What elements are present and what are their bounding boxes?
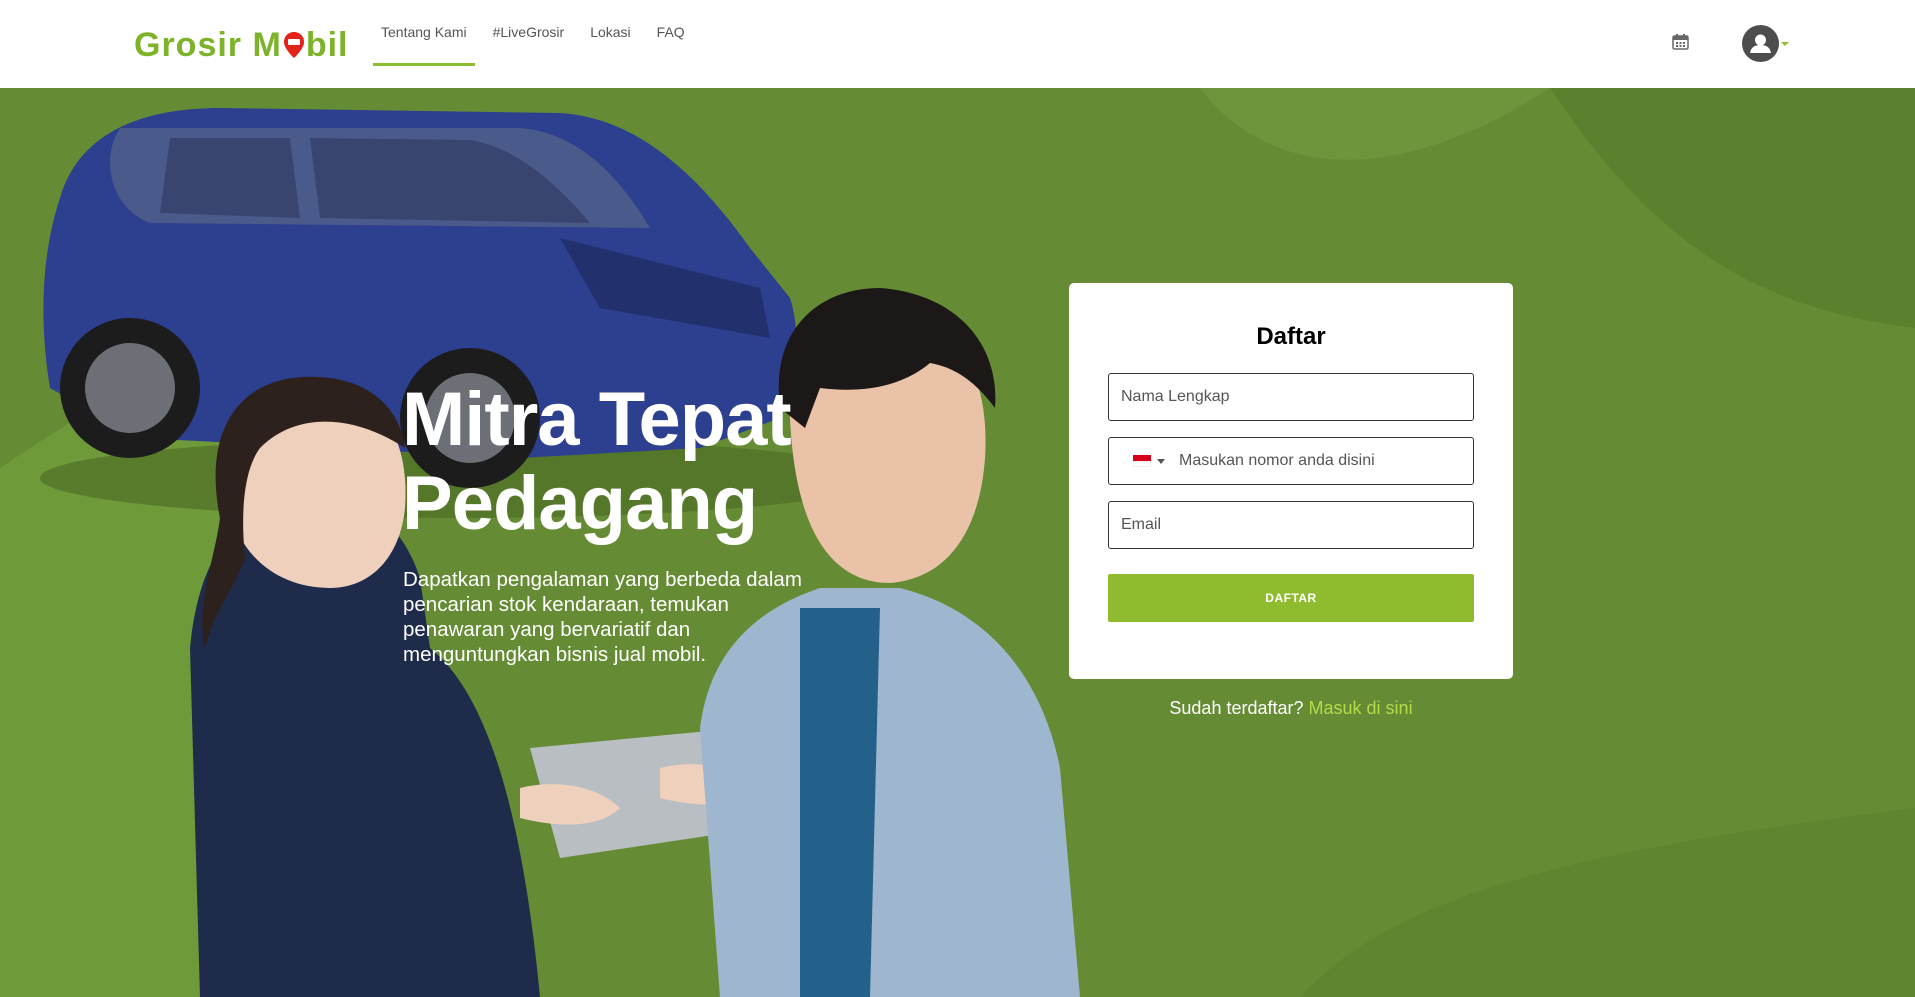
email-input[interactable]: [1109, 502, 1473, 548]
country-code-select[interactable]: [1109, 438, 1171, 484]
full-name-field[interactable]: [1108, 373, 1474, 421]
chevron-down-icon: [1781, 41, 1789, 46]
brand-logo[interactable]: Grosir M bil: [134, 25, 348, 65]
full-name-input[interactable]: [1109, 374, 1473, 420]
login-prompt: Sudah terdaftar? Masuk di sini: [1069, 698, 1513, 719]
register-title: Daftar: [1256, 323, 1326, 350]
register-card: Daftar DAFTAR: [1069, 283, 1513, 679]
main-nav: Tentang Kami #LiveGrosir Lokasi FAQ: [373, 0, 703, 66]
nav-item-lokasi[interactable]: Lokasi: [582, 0, 638, 66]
email-field[interactable]: [1108, 501, 1474, 549]
site-header: Grosir M bil Tentang Kami #LiveGrosir Lo…: [0, 0, 1915, 88]
login-link[interactable]: Masuk di sini: [1309, 698, 1413, 718]
location-pin-icon: [283, 29, 305, 58]
login-prompt-text: Sudah terdaftar?: [1169, 698, 1304, 718]
user-menu[interactable]: [1742, 25, 1789, 62]
phone-field[interactable]: [1108, 437, 1474, 485]
chevron-down-icon: [1157, 458, 1165, 464]
hero-title-line-1: Mitra Tepat: [402, 377, 792, 462]
register-submit-button[interactable]: DAFTAR: [1108, 574, 1474, 622]
nav-item-faq[interactable]: FAQ: [649, 0, 693, 66]
nav-item-tentang-kami[interactable]: Tentang Kami: [373, 0, 475, 66]
hero-description: Dapatkan pengalaman yang berbeda dalam p…: [403, 568, 802, 666]
indonesia-flag-icon: [1133, 455, 1151, 467]
hero-title: Mitra Tepat Pedagang: [402, 378, 922, 546]
logo-text-right: bil: [305, 25, 349, 64]
nav-item-livegrosir[interactable]: #LiveGrosir: [485, 0, 573, 66]
phone-input[interactable]: [1171, 438, 1473, 484]
calendar-icon[interactable]: [1672, 33, 1689, 50]
logo-text-left: Grosir M: [134, 25, 282, 64]
hero-section: Mitra Tepat Pedagang Dapatkan pengalaman…: [0, 88, 1915, 997]
user-avatar-icon[interactable]: [1742, 25, 1779, 62]
hero-title-line-2: Pedagang: [402, 461, 758, 546]
hero-illustration: [0, 88, 1915, 997]
